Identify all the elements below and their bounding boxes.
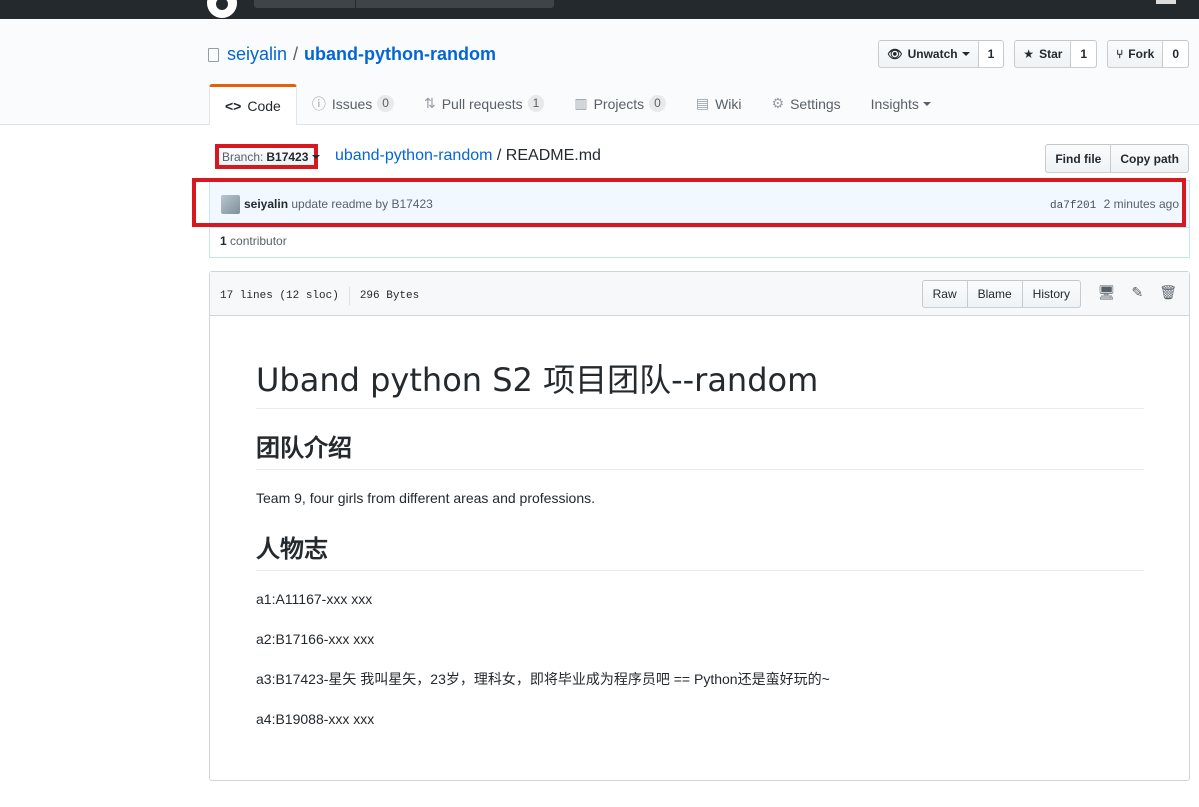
tab-wiki[interactable]: ▤ Wiki — [681, 84, 757, 123]
copy-path-button[interactable]: Copy path — [1110, 145, 1188, 172]
github-logo-icon[interactable] — [207, 0, 237, 18]
file-navigation: Branch: B17423 uband-python-random / REA… — [213, 143, 1189, 173]
tab-insights[interactable]: Insights — [856, 84, 946, 123]
file-info: 17 lines (12 sloc) 296 Bytes — [220, 287, 419, 305]
readme-team-description: Team 9, four girls from different areas … — [256, 490, 596, 506]
readme-member-a4: a4:B19088-xxx xxx — [256, 711, 375, 727]
unwatch-label: Unwatch — [907, 47, 958, 61]
repo-actions: 👁 Unwatch 1 ★ Star 1 ⑂ Fork 0 — [878, 40, 1189, 68]
star-label: Star — [1039, 47, 1063, 61]
breadcrumb-separator: / — [496, 147, 502, 164]
fork-button-group: ⑂ Fork 0 — [1107, 40, 1189, 68]
top-header-bar — [0, 0, 1199, 19]
star-button[interactable]: ★ Star — [1015, 41, 1072, 67]
tab-code-label: Code — [247, 98, 281, 114]
tab-issues-label: Issues — [331, 95, 373, 112]
repo-nav-tabs: <> Code ⓘ Issues 0 ⇅ Pull requests 1 ▥ P… — [209, 84, 946, 125]
file-viewer: 17 lines (12 sloc) 296 Bytes Raw Blame H… — [209, 271, 1190, 781]
unwatch-button[interactable]: 👁 Unwatch — [879, 41, 979, 67]
file-lines: 17 lines (12 sloc) — [220, 290, 339, 302]
search-divider — [355, 0, 356, 8]
breadcrumb-file: README.md — [505, 147, 601, 164]
fork-icon: ⑂ — [1116, 47, 1124, 61]
code-icon: <> — [225, 98, 242, 114]
book-icon: ▤ — [695, 95, 710, 111]
search-input[interactable] — [254, 0, 554, 8]
desktop-icon[interactable]: 🖥 — [1098, 284, 1116, 301]
file-header: 17 lines (12 sloc) 296 Bytes Raw Blame H… — [210, 272, 1189, 316]
issue-icon: ⓘ — [311, 95, 326, 112]
readme-member-a1: a1:A11167-xxx xxx — [256, 591, 373, 607]
star-button-group: ★ Star 1 — [1014, 40, 1098, 68]
file-nav-actions: Find file Copy path — [1045, 144, 1189, 173]
repo-path-separator: / — [293, 44, 299, 64]
raw-button[interactable]: Raw — [923, 281, 967, 307]
eye-icon: 👁 — [887, 47, 903, 61]
tab-pull-requests-label: Pull requests — [441, 95, 523, 112]
fork-button[interactable]: ⑂ Fork — [1108, 41, 1164, 67]
pull-requests-counter: 1 — [527, 95, 545, 112]
tab-pull-requests[interactable]: ⇅ Pull requests 1 — [409, 84, 559, 123]
tab-issues[interactable]: ⓘ Issues 0 — [297, 84, 409, 123]
fork-label: Fork — [1128, 47, 1155, 61]
pull-request-icon: ⇅ — [423, 95, 436, 111]
repo-name-link[interactable]: uband-python-random — [304, 44, 496, 65]
projects-counter: 0 — [649, 95, 666, 112]
chevron-down-icon — [312, 154, 321, 159]
repo-header: seiyalin / uband-python-random 👁 Unwatch… — [0, 19, 1199, 125]
blame-button[interactable]: Blame — [966, 281, 1022, 307]
gear-icon: ⚙ — [771, 95, 785, 111]
readme-heading-people: 人物志 — [256, 534, 1144, 571]
tab-settings[interactable]: ⚙ Settings — [757, 84, 856, 123]
watch-button-group: 👁 Unwatch 1 — [878, 40, 1005, 68]
chevron-down-icon — [961, 52, 970, 56]
readme-member-a3: a3:B17423-星矢 我叫星矢，23岁，理科女，即将毕业成为程序员吧 == … — [256, 671, 830, 687]
branch-label: Branch: — [222, 149, 264, 164]
commit-highlight-box — [192, 178, 1186, 227]
file-size: 296 Bytes — [359, 290, 420, 302]
issues-counter: 0 — [377, 95, 394, 112]
contributors-count: 1 — [220, 234, 227, 248]
tab-projects[interactable]: ▥ Projects 0 — [559, 84, 681, 123]
trash-icon[interactable]: 🗑 — [1159, 284, 1177, 301]
readme-title: Uband python S2 项目团队--random — [256, 360, 1144, 409]
pencil-icon[interactable]: ✎ — [1131, 284, 1143, 301]
tab-projects-label: Projects — [593, 95, 645, 112]
branch-select-button[interactable]: Branch: B17423 — [215, 144, 321, 169]
project-icon: ▥ — [574, 95, 588, 111]
file-info-divider — [348, 287, 350, 305]
breadcrumb: uband-python-random / README.md — [335, 147, 601, 165]
star-icon: ★ — [1023, 47, 1035, 61]
tab-wiki-label: Wiki — [715, 95, 742, 112]
stars-count[interactable]: 1 — [1071, 41, 1097, 67]
history-button[interactable]: History — [1021, 281, 1080, 307]
repo-icon — [208, 47, 219, 62]
user-avatar[interactable] — [1156, 0, 1176, 4]
chevron-down-icon — [922, 101, 931, 106]
file-view-buttons: Raw Blame History — [921, 280, 1081, 308]
find-file-button[interactable]: Find file — [1046, 145, 1110, 172]
contributors-label: contributor — [230, 234, 287, 248]
file-icon-actions: 🖥 ✎ 🗑 — [1098, 284, 1177, 301]
forks-count[interactable]: 0 — [1163, 41, 1188, 67]
readme-heading-team: 团队介绍 — [256, 433, 1144, 470]
tab-insights-label: Insights — [870, 95, 919, 112]
contributors-summary[interactable]: 1 contributor — [220, 234, 287, 248]
branch-name: B17423 — [266, 149, 309, 164]
breadcrumb-repo-link[interactable]: uband-python-random — [335, 147, 492, 164]
repo-title: seiyalin / uband-python-random — [208, 44, 496, 65]
readme-content: Uband python S2 项目团队--random 团队介绍 Team 9… — [256, 360, 1144, 731]
watchers-count[interactable]: 1 — [978, 41, 1004, 67]
tab-settings-label: Settings — [790, 95, 841, 112]
readme-member-a2: a2:B17166-xxx xxx — [256, 631, 375, 647]
tab-code[interactable]: <> Code — [209, 84, 297, 125]
repo-owner-link[interactable]: seiyalin — [227, 44, 287, 65]
